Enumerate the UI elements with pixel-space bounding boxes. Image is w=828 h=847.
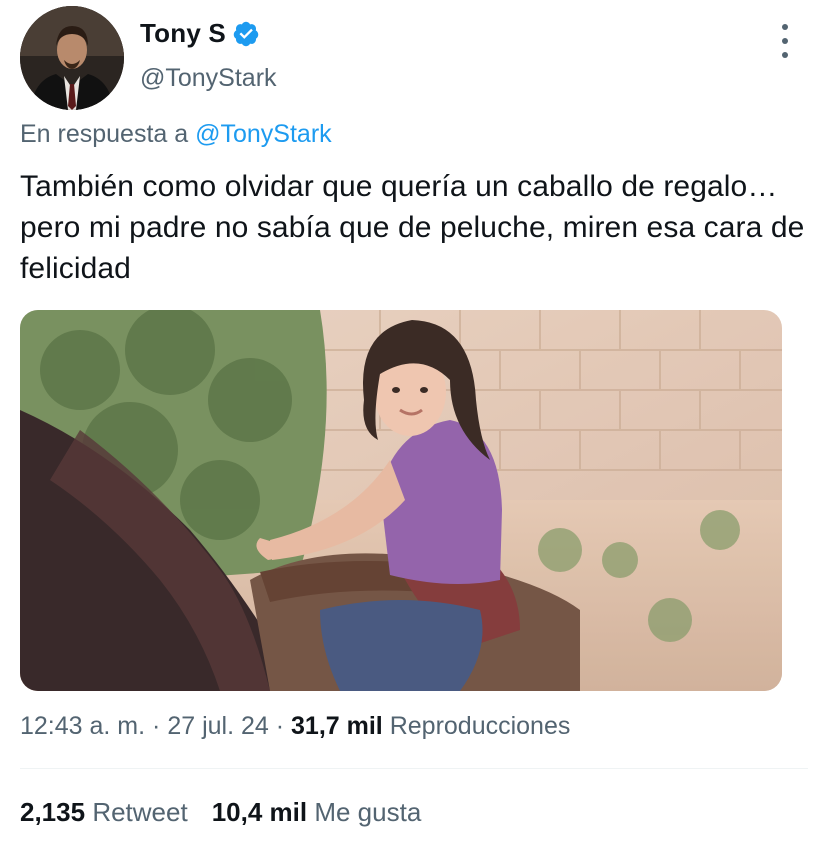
verified-badge-icon [232,20,260,48]
author-display-name[interactable]: Tony S [140,18,226,49]
tweet-date[interactable]: 27 jul. 24 [167,712,268,740]
avatar-image [20,6,124,110]
tweet-text: También como olvidar que quería un cabal… [20,170,805,285]
reply-context: En respuesta a @TonyStark [20,120,332,149]
author-avatar[interactable] [20,6,124,110]
likes-stat[interactable]: 10,4 mil Me gusta [212,797,422,828]
reply-prefix: En respuesta a [20,120,189,148]
retweets-label: Retweet [92,797,188,827]
likes-count: 10,4 mil [211,797,308,827]
meta-separator: · [275,712,285,740]
views-label: Reproducciones [389,712,571,740]
more-dot [782,38,788,44]
author-handle[interactable]: @TonyStark [140,64,277,93]
tweet-meta: 12:43 a. m. · 27 jul. 24 · 31,7 mil Repr… [20,712,570,741]
views-count: 31,7 mil [291,712,383,740]
tweet-photo[interactable] [20,310,782,691]
likes-label: Me gusta [314,797,422,827]
reply-mention-link[interactable]: @TonyStark [195,120,332,148]
retweets-count: 2,135 [20,797,86,827]
photo-girl-on-horse [20,310,782,691]
divider [20,768,808,769]
engagement-stats: 2,135 Retweet 10,4 mil Me gusta [20,797,421,828]
more-dot [782,24,788,30]
meta-separator: · [152,712,161,740]
more-options-icon[interactable] [770,24,800,58]
retweets-stat[interactable]: 2,135 Retweet [20,797,188,828]
author-name-row[interactable]: Tony S [140,18,260,49]
tweet-time[interactable]: 12:43 a. m. [20,712,145,740]
more-dot [782,52,788,58]
